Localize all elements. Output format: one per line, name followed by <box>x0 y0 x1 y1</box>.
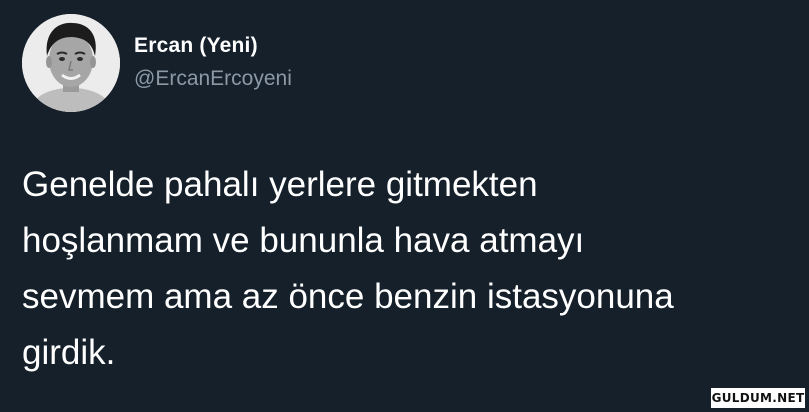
tweet-text: Genelde pahalı yerlere gitmekten hoşlanm… <box>22 157 782 381</box>
tweet-text-line: Genelde pahalı yerlere gitmekten <box>22 165 538 204</box>
avatar-image <box>22 14 120 112</box>
watermark: GULDUM.NET <box>711 388 805 408</box>
tweet-card: Ercan (Yeni) @ErcanErcoyeni Genelde paha… <box>0 0 809 412</box>
author-display-name[interactable]: Ercan (Yeni) <box>134 33 258 59</box>
tweet-text-line: sevmem ama az önce benzin istasyonuna <box>22 277 674 316</box>
author-handle[interactable]: @ErcanErcoyeni <box>134 66 292 92</box>
tweet-text-line: hoşlanmam ve bununla hava atmayı <box>22 221 585 260</box>
avatar[interactable] <box>22 14 120 112</box>
tweet-text-line: girdik. <box>22 333 116 372</box>
